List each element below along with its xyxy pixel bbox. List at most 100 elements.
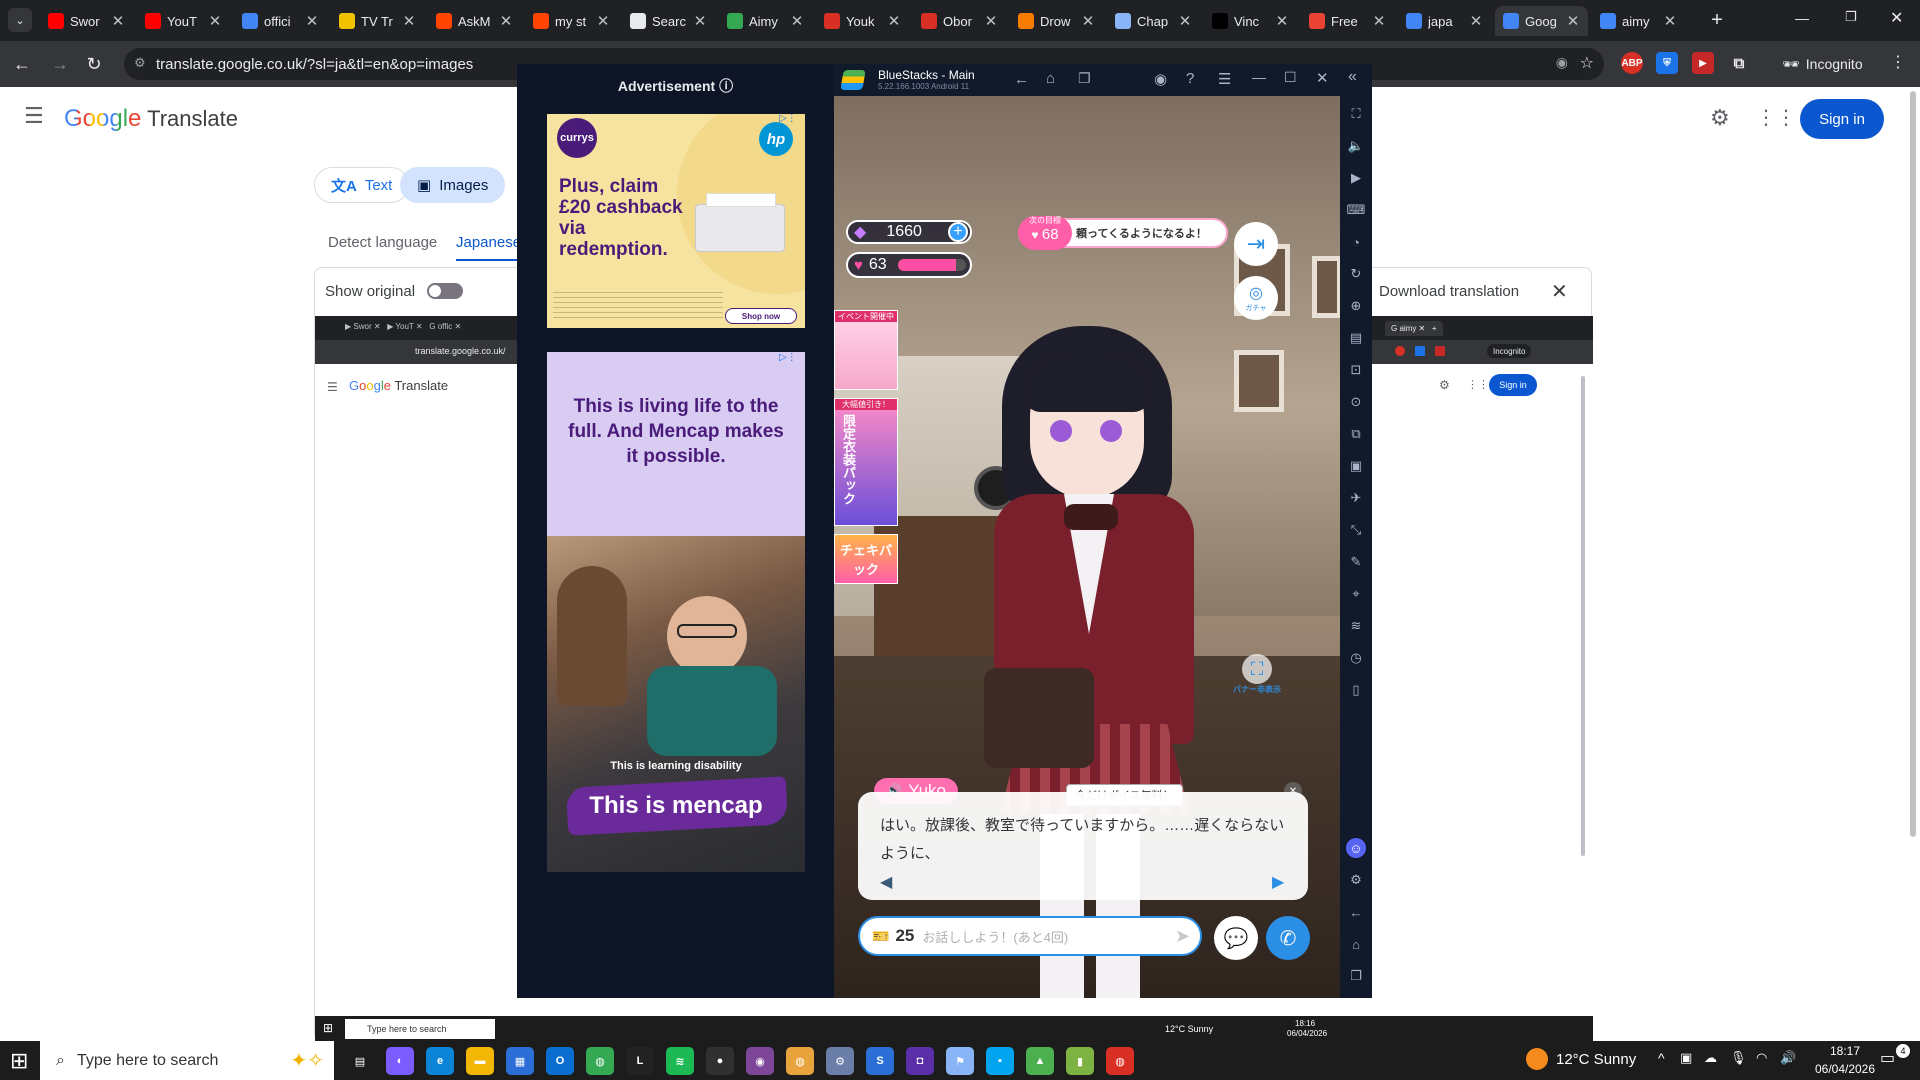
browser-tab[interactable]: japa ✕ xyxy=(1398,6,1491,36)
copilot-icon[interactable]: ◐ xyxy=(386,1047,414,1075)
bs-close-icon[interactable]: ✕ xyxy=(1316,69,1329,87)
browser-tab[interactable]: offici ✕ xyxy=(234,6,327,36)
shield-extension-icon[interactable]: ⛨ xyxy=(1656,52,1678,74)
browser-tab[interactable]: Drow ✕ xyxy=(1010,6,1103,36)
browser-tab[interactable]: Vinc ✕ xyxy=(1204,6,1297,36)
android-back-icon[interactable]: ← xyxy=(1346,902,1366,922)
browser-tab[interactable]: aimy ✕ xyxy=(1592,6,1685,36)
new-tab-button[interactable]: + xyxy=(1705,8,1729,32)
bs-help-icon[interactable]: ? xyxy=(1186,70,1194,87)
gallery-icon[interactable]: ▣ xyxy=(1346,456,1366,476)
bs-home-icon[interactable]: ⌂ xyxy=(1046,70,1055,87)
airplane-icon[interactable]: ✈ xyxy=(1346,488,1366,508)
app-wing-icon[interactable]: ⚑ xyxy=(946,1047,974,1075)
tab-close-icon[interactable]: ✕ xyxy=(111,12,125,30)
apps-grid-icon[interactable]: ⋮⋮ xyxy=(1756,105,1796,130)
images-mode-button[interactable]: ▣ Images xyxy=(400,167,506,203)
obs-icon[interactable]: ● xyxy=(706,1047,734,1075)
dialogue-next-icon[interactable]: ▶ xyxy=(1272,872,1284,892)
tab-close-icon[interactable]: ✕ xyxy=(1275,12,1289,30)
site-info-icon[interactable]: ⚙ xyxy=(134,55,146,71)
game-screen[interactable]: ◆ 1660 + ♥ 63 次の目標 ♥ 68 頼ってくるようになるよ！ ⇥ ◎… xyxy=(834,96,1340,998)
weather-icon[interactable] xyxy=(1526,1048,1548,1070)
browser-tab[interactable]: Youk ✕ xyxy=(816,6,909,36)
red-extension-icon[interactable]: ▶ xyxy=(1692,52,1714,74)
gem-counter[interactable]: ◆ 1660 + xyxy=(846,220,972,244)
browser-tab[interactable]: Free ✕ xyxy=(1301,6,1394,36)
incognito-badge[interactable]: 🕶 Incognito xyxy=(1782,50,1863,78)
browser-tab[interactable]: Aimy ✕ xyxy=(719,6,812,36)
tab-close-icon[interactable]: ✕ xyxy=(1081,12,1095,30)
spotify-icon[interactable]: ≋ xyxy=(666,1047,694,1075)
tool-icon[interactable]: ⚙ xyxy=(826,1047,854,1075)
weather-text[interactable]: 12°C Sunny xyxy=(1556,1051,1636,1068)
microphone-icon[interactable]: 🎙 xyxy=(1730,1050,1747,1066)
bs-minimize-icon[interactable]: — xyxy=(1252,69,1266,85)
meet-now-icon[interactable]: ▣ xyxy=(1680,1050,1692,1066)
tab-close-icon[interactable]: ✕ xyxy=(402,12,416,30)
tab-close-icon[interactable]: ✕ xyxy=(305,12,319,30)
chrome-menu-icon[interactable]: ⋮ xyxy=(1890,52,1906,72)
browser-tab[interactable]: Searc ✕ xyxy=(622,6,715,36)
add-gems-button[interactable]: + xyxy=(948,222,968,242)
chrome-icon[interactable]: ◍ xyxy=(586,1047,614,1075)
bs-account-icon[interactable]: ◉ xyxy=(1154,70,1167,88)
settings-gear-icon[interactable]: ⚙ xyxy=(1710,105,1730,131)
call-button[interactable]: ✆ xyxy=(1266,916,1310,960)
browser-tab[interactable]: YouT ✕ xyxy=(137,6,230,36)
file-explorer-icon[interactable]: ▬ xyxy=(466,1047,494,1075)
tab-close-icon[interactable]: ✕ xyxy=(1663,12,1677,30)
adblock-icon[interactable]: ABP xyxy=(1621,52,1643,74)
discord-icon[interactable]: ☺ xyxy=(1346,838,1366,858)
goal-banner[interactable]: 次の目標 ♥ 68 頼ってくるようになるよ！ xyxy=(1018,216,1228,250)
reload-icon[interactable]: ↻ xyxy=(80,50,108,78)
adchoices-icon-2[interactable]: ▷⋮ xyxy=(779,352,797,363)
chrome-profile-icon[interactable]: ◍ xyxy=(1106,1047,1134,1075)
volume-icon[interactable]: 🔈 xyxy=(1346,136,1366,156)
costume-pack-banner[interactable]: 大幅値引き！ 限定衣装パック xyxy=(834,398,898,526)
app-cyan-icon[interactable]: ▪ xyxy=(986,1047,1014,1075)
cheki-pack-banner[interactable]: チェキパック xyxy=(834,534,898,584)
bs-back-icon[interactable]: ← xyxy=(1014,71,1029,88)
bs-maximize-icon[interactable]: ☐ xyxy=(1284,69,1297,86)
tab-search-button[interactable]: ⌄ xyxy=(8,8,32,32)
tab-close-icon[interactable]: ✕ xyxy=(499,12,513,30)
taskbar-search[interactable]: ⌕ Type here to search ✦✧ xyxy=(40,1041,334,1080)
main-menu-icon[interactable]: ☰ xyxy=(24,103,44,129)
tab-close-icon[interactable]: ✕ xyxy=(1566,12,1580,30)
restore-icon[interactable]: ❐ xyxy=(1845,9,1857,25)
wifi-icon[interactable]: ◠ xyxy=(1756,1050,1767,1066)
browser-tab[interactable]: Swor ✕ xyxy=(40,6,133,36)
dialogue-prev-icon[interactable]: ◀ xyxy=(880,872,892,892)
browser-tab[interactable]: Chap ✕ xyxy=(1107,6,1200,36)
info-icon[interactable]: ⓘ xyxy=(719,78,733,94)
chat-input[interactable]: 🎫 25 お話ししよう！(あと4回) ➤ xyxy=(858,916,1202,956)
browser-tab[interactable]: AskM ✕ xyxy=(428,6,521,36)
macro-icon[interactable]: ◔ xyxy=(1346,232,1366,252)
sign-in-button[interactable]: Sign in xyxy=(1800,99,1884,139)
show-original-toggle[interactable] xyxy=(427,283,463,299)
record-icon[interactable]: ⊙ xyxy=(1346,392,1366,412)
minimize-icon[interactable]: — xyxy=(1795,10,1809,26)
tab-close-icon[interactable]: ✕ xyxy=(790,12,804,30)
tor-icon[interactable]: ◉ xyxy=(746,1047,774,1075)
apk-icon[interactable]: ▤ xyxy=(1346,328,1366,348)
tab-close-icon[interactable]: ✕ xyxy=(887,12,901,30)
close-translation-icon[interactable]: ✕ xyxy=(1551,279,1568,304)
eraser-icon[interactable]: ✎ xyxy=(1346,552,1366,572)
currys-ad[interactable]: currys hp ▷⋮ Plus, claim £20 cashback vi… xyxy=(547,114,805,328)
bookmark-star-icon[interactable]: ☆ xyxy=(1580,53,1594,73)
task-view-icon[interactable]: ▤ xyxy=(346,1047,374,1075)
resize-icon[interactable]: ⤡ xyxy=(1346,520,1366,540)
adchoices-icon[interactable]: ▷⋮ xyxy=(779,114,797,124)
android-home-icon[interactable]: ⌂ xyxy=(1346,934,1366,954)
tracking-off-icon[interactable]: ◉ xyxy=(1556,54,1568,71)
tab-close-icon[interactable]: ✕ xyxy=(1469,12,1483,30)
extensions-puzzle-icon[interactable]: ⧉ xyxy=(1728,52,1750,74)
exit-door-button[interactable]: ⇥ xyxy=(1234,222,1278,266)
event-banner[interactable]: イベント開催中 xyxy=(834,310,898,390)
bluestacks-taskbar-icon[interactable]: ▲ xyxy=(1026,1047,1054,1075)
page-scrollbar[interactable] xyxy=(1908,87,1918,1041)
speaker-volume-icon[interactable]: 🔊 xyxy=(1780,1050,1796,1066)
location-icon[interactable]: ⌖ xyxy=(1346,584,1366,604)
